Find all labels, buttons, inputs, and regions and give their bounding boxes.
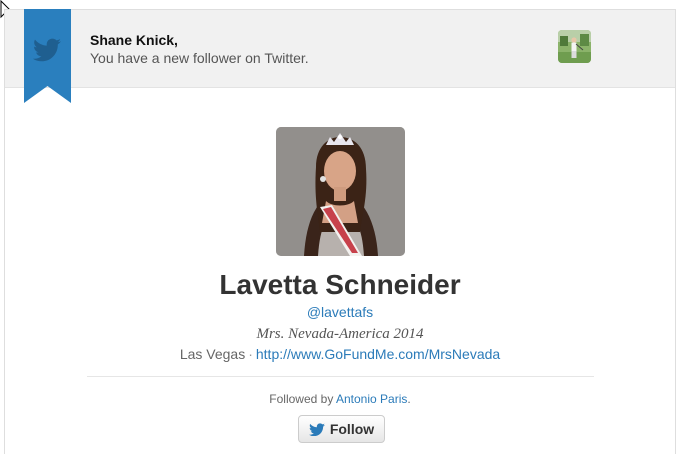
- followed-by-line: Followed by Antonio Paris.: [5, 391, 675, 407]
- notification-message: You have a new follower on Twitter.: [90, 50, 309, 66]
- followed-by-suffix: .: [407, 392, 411, 406]
- greeting: Shane Knick, You have a new follower on …: [90, 31, 309, 67]
- recipient-name: Shane Knick,: [90, 32, 178, 48]
- followed-by-name-link[interactable]: Antonio Paris: [336, 392, 407, 406]
- follow-button-label: Follow: [329, 421, 375, 437]
- followed-by-prefix: Followed by: [269, 392, 334, 406]
- profile-display-name[interactable]: Lavetta Schneider: [5, 268, 675, 302]
- notification-card: Shane Knick, You have a new follower on …: [4, 9, 676, 454]
- website-link[interactable]: http://www.GoFundMe.com/MrsNevada: [256, 346, 500, 362]
- profile-location: Las Vegas: [179, 346, 246, 362]
- ribbon-banner: [24, 9, 71, 103]
- notification-header: Shane Knick, You have a new follower on …: [5, 10, 675, 88]
- follow-button[interactable]: Follow: [298, 415, 385, 443]
- profile-photo[interactable]: [276, 127, 405, 256]
- location-line: Las Vegas · http://www.GoFundMe.com/MrsNev…: [5, 345, 675, 363]
- profile-handle-link[interactable]: @lavettafs: [5, 303, 675, 321]
- separator: ·: [248, 346, 253, 362]
- twitter-bird-icon: [308, 422, 325, 436]
- follower-thumbnail[interactable]: [558, 30, 591, 63]
- divider: [87, 376, 594, 377]
- profile-bio: Mrs. Nevada-America 2014: [256, 326, 424, 342]
